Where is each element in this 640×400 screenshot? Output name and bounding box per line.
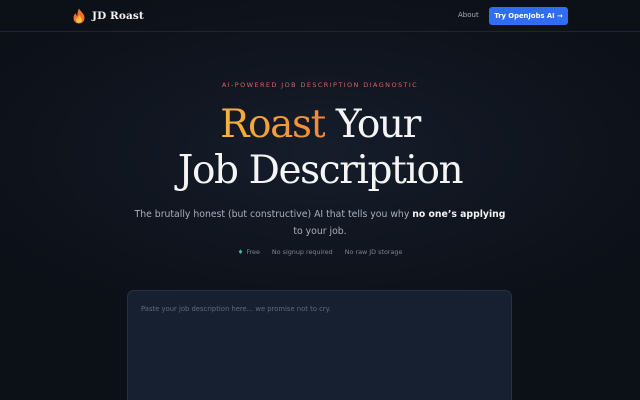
feature-free: ♦ Free	[238, 248, 260, 256]
top-navbar: JD Roast About Try OpenJobs AI →	[0, 0, 640, 32]
feature-label: No signup required	[271, 248, 333, 256]
feature-label: No raw JD storage	[344, 248, 403, 256]
try-openjobs-button[interactable]: Try OpenJobs AI →	[489, 7, 568, 25]
brand-name: JD Roast	[92, 10, 144, 22]
feature-no-signup: No signup required	[272, 248, 333, 256]
feature-list: ♦ Free No signup required No raw JD stor…	[0, 248, 640, 256]
feature-label: Free	[246, 248, 260, 256]
headline-accent: Roast	[220, 102, 326, 147]
subhead-emphasis: no one’s applying	[412, 209, 506, 220]
page-title: Roast Your Job Description	[0, 102, 640, 194]
about-link[interactable]: About	[458, 11, 479, 19]
check-dot-icon: ♦	[237, 248, 244, 256]
jd-input-panel	[127, 290, 512, 400]
job-description-input[interactable]	[128, 291, 511, 400]
hero-subhead: The brutally honest (but constructive) A…	[0, 206, 640, 240]
hero-eyebrow: AI-POWERED JOB DESCRIPTION DIAGNOSTIC	[221, 81, 419, 89]
headline-line-2: Job Description	[177, 148, 464, 193]
brand-logo[interactable]: JD Roast	[72, 8, 144, 24]
headline-rest: Your	[324, 102, 421, 147]
subhead-lead: The brutally honest (but constructive) A…	[134, 209, 413, 220]
feature-no-storage: No raw JD storage	[345, 248, 403, 256]
subhead-tail: to your job.	[293, 226, 347, 237]
flame-icon	[73, 8, 85, 24]
